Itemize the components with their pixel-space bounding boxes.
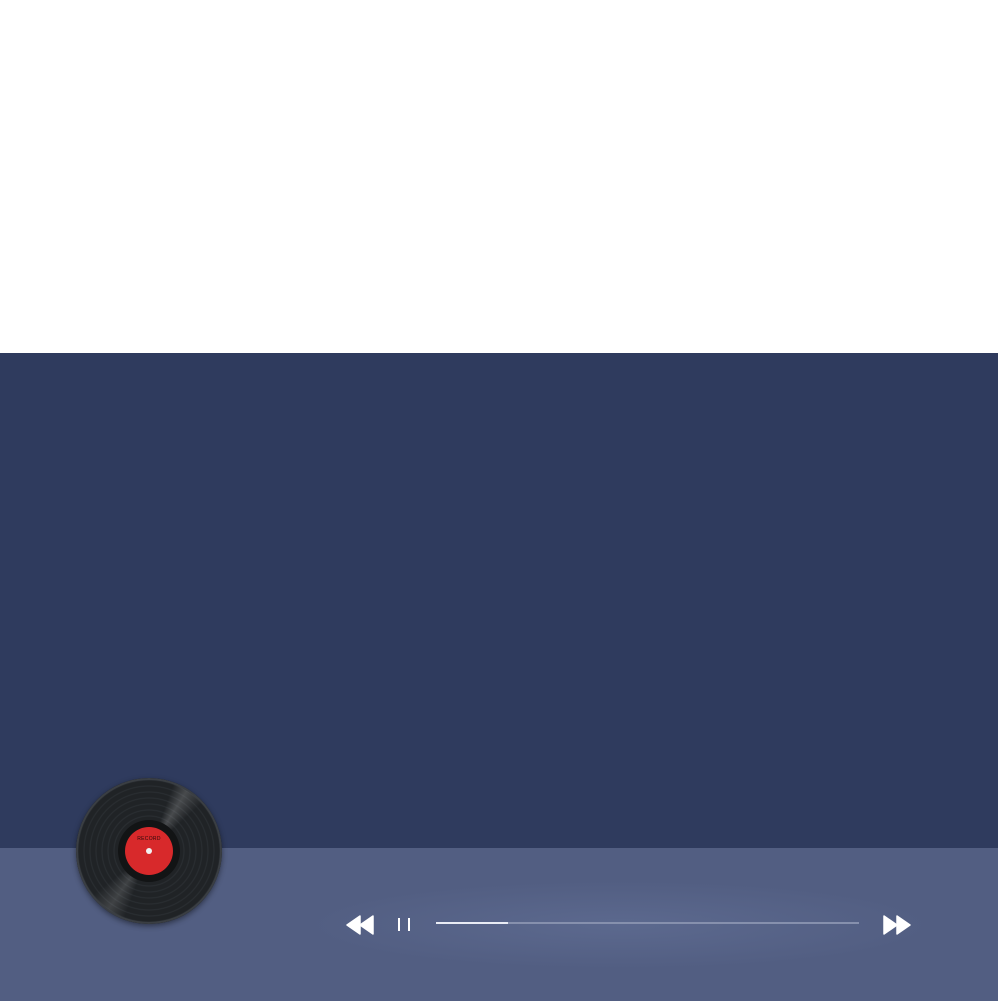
pause-button[interactable] — [394, 916, 416, 934]
blank-header-area — [0, 0, 998, 353]
stage-background — [0, 353, 998, 848]
vinyl-spindle — [146, 848, 152, 854]
page: RECORD — [0, 0, 998, 1001]
rewind-button[interactable] — [346, 915, 374, 935]
pause-icon — [398, 918, 410, 931]
vinyl-label-text: RECORD — [137, 836, 161, 842]
progress-bar[interactable] — [436, 922, 859, 924]
fast-forward-button[interactable] — [883, 915, 911, 935]
rewind-icon — [346, 915, 374, 935]
progress-fill — [436, 922, 508, 924]
fast-forward-icon — [883, 915, 911, 935]
vinyl-record-icon: RECORD — [76, 778, 222, 924]
